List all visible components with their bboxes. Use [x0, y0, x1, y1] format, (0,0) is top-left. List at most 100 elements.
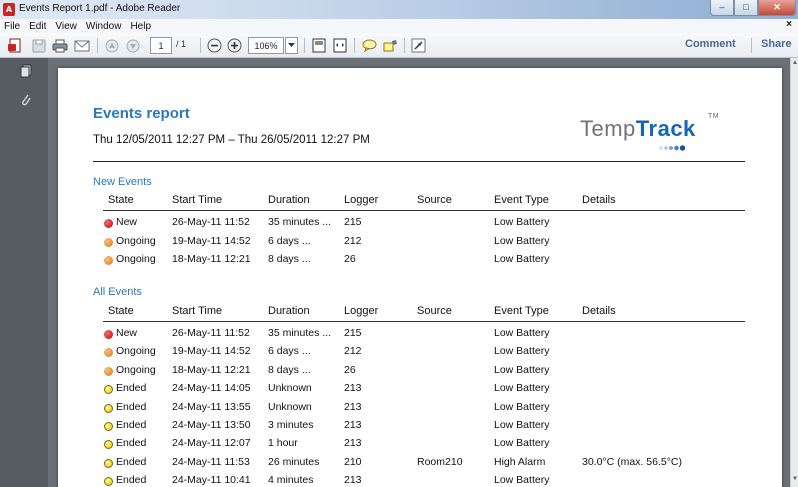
maximize-button[interactable]: □ — [734, 0, 758, 16]
document-close-icon[interactable]: × — [786, 19, 792, 30]
close-button[interactable]: ✕ — [758, 0, 796, 16]
cell-logger: 213 — [344, 437, 362, 450]
table-row: Ended 24-May-11 13:50 3 minutes 213 Low Batt… — [58, 419, 782, 437]
cell-state: Ended — [116, 382, 147, 395]
cell-duration: 1 hour — [268, 437, 298, 450]
cell-duration: 26 minutes — [268, 455, 320, 468]
comment-button[interactable]: Comment — [685, 38, 736, 50]
zoom-in-icon[interactable] — [225, 37, 243, 54]
status-ongoing-icon — [104, 256, 113, 265]
table-row: New 26-May-11 11:52 35 minutes ... 215 Low B… — [58, 216, 782, 234]
cell-start-time: 24-May-11 12:07 — [172, 437, 251, 450]
sticky-note-icon[interactable] — [360, 37, 378, 54]
cell-event-type: Low Battery — [494, 419, 550, 431]
table-row: Ongoing 19-May-11 14:52 6 days ... 212 Low B… — [58, 345, 782, 363]
print-icon[interactable] — [50, 37, 70, 54]
fit-page-icon[interactable] — [310, 37, 328, 54]
header-divider — [93, 161, 745, 162]
cell-event-type: Low Battery — [494, 345, 550, 358]
cell-state: Ongoing — [116, 253, 156, 265]
vertical-scrollbar[interactable]: ▲ ▼ — [790, 58, 798, 487]
status-ended-icon — [104, 477, 113, 487]
table-row: Ended 24-May-11 13:55 Unknown 213 Low Batter… — [58, 401, 782, 419]
zoom-level-input[interactable]: 106% — [248, 37, 284, 54]
table-row: New 26-May-11 11:52 35 minutes ... 215 Low B… — [58, 327, 782, 345]
cell-logger: 215 — [344, 327, 362, 339]
column-header-event-type: Event Type — [494, 194, 549, 206]
status-ongoing-icon — [104, 366, 113, 376]
logo-dots-icon — [659, 145, 686, 151]
cell-state: Ended — [116, 455, 147, 468]
column-header-state: State — [108, 194, 134, 206]
cell-start-time: 24-May-11 13:50 — [172, 419, 251, 431]
minimize-button[interactable]: – — [710, 0, 734, 16]
toolbar-separator — [97, 38, 98, 53]
cell-event-type: Low Battery — [494, 400, 550, 413]
column-header-duration: Duration — [268, 194, 310, 206]
toolbar-separator — [751, 38, 752, 53]
cell-duration: 8 days ... — [268, 363, 311, 376]
create-pdf-icon[interactable] — [6, 37, 24, 54]
report-date-range: Thu 12/05/2011 12:27 PM – Thu 26/05/2011… — [93, 134, 370, 146]
attachments-icon[interactable] — [19, 92, 33, 106]
page-thumbnails-icon[interactable] — [19, 64, 33, 78]
toolbar-separator — [304, 38, 305, 53]
cell-event-type: Low Battery — [494, 253, 550, 265]
table-row: Ended 24-May-11 14:05 Unknown 213 Low Batter… — [58, 382, 782, 400]
menu-window[interactable]: Window — [86, 21, 122, 32]
zoom-dropdown-chevron-icon[interactable] — [285, 37, 298, 54]
cell-start-time: 24-May-11 11:53 — [172, 455, 250, 468]
document-viewport: Events report Thu 12/05/2011 12:27 PM – … — [48, 58, 790, 487]
previous-page-icon[interactable] — [103, 37, 121, 54]
cell-logger: 213 — [344, 419, 362, 431]
cell-state: Ended — [116, 419, 147, 431]
new-events-table-header: State Start Time Duration Logger Source … — [58, 194, 782, 208]
cell-logger: 26 — [344, 253, 356, 265]
table-row: Ended 24-May-11 10:41 4 minutes 213 Low Batt… — [58, 474, 782, 487]
status-ended-icon — [104, 403, 113, 413]
page-number-input[interactable]: 1 — [150, 37, 172, 54]
share-button[interactable]: Share — [761, 38, 792, 50]
column-header-source: Source — [417, 305, 452, 317]
table-row: Ongoing 19-May-11 14:52 6 days ... 212 Low B… — [58, 235, 782, 253]
menu-help[interactable]: Help — [130, 21, 151, 32]
cell-duration: Unknown — [268, 400, 312, 413]
cell-start-time: 26-May-11 11:52 — [172, 216, 250, 228]
column-header-state: State — [108, 305, 134, 317]
pdf-page: Events report Thu 12/05/2011 12:27 PM – … — [58, 68, 782, 487]
cell-start-time: 24-May-11 14:05 — [172, 382, 251, 395]
cell-event-type: Low Battery — [494, 216, 550, 228]
toolbar-separator — [404, 38, 405, 53]
column-header-event-type: Event Type — [494, 305, 549, 317]
cell-event-type: High Alarm — [494, 455, 546, 468]
menu-view[interactable]: View — [55, 21, 77, 32]
scroll-up-arrow-icon[interactable]: ▲ — [792, 60, 798, 66]
cell-event-type: Low Battery — [494, 437, 550, 450]
menu-edit[interactable]: Edit — [29, 21, 46, 32]
cell-duration: 6 days ... — [268, 345, 311, 358]
all-events-heading: All Events — [93, 286, 142, 298]
column-header-start-time: Start Time — [172, 194, 223, 206]
temptrack-logo: TempTrack TM — [580, 113, 719, 142]
scroll-down-arrow-icon[interactable]: ▼ — [792, 476, 798, 482]
fit-width-icon[interactable] — [331, 37, 349, 54]
next-page-icon[interactable] — [124, 37, 142, 54]
cell-event-type: Low Battery — [494, 474, 550, 487]
cell-logger: 212 — [344, 345, 362, 358]
cell-start-time: 19-May-11 14:52 — [172, 345, 251, 358]
cell-state: New — [116, 216, 138, 228]
zoom-out-icon[interactable] — [205, 37, 223, 54]
cell-duration: 4 minutes — [268, 474, 314, 487]
save-icon[interactable] — [30, 37, 48, 54]
table-header-rule — [103, 321, 745, 322]
cell-duration: 35 minutes ... — [268, 327, 332, 339]
cell-event-type: Low Battery — [494, 327, 550, 339]
menu-file[interactable]: File — [4, 21, 20, 32]
cell-duration: 6 days ... — [268, 234, 311, 247]
menu-bar: File Edit View Window Help × — [0, 19, 798, 33]
logo-text-light: Temp — [580, 116, 636, 141]
email-icon[interactable] — [72, 37, 92, 54]
highlight-text-icon[interactable] — [381, 37, 399, 54]
expand-icon[interactable] — [409, 37, 427, 54]
cell-duration: 8 days ... — [268, 253, 311, 265]
